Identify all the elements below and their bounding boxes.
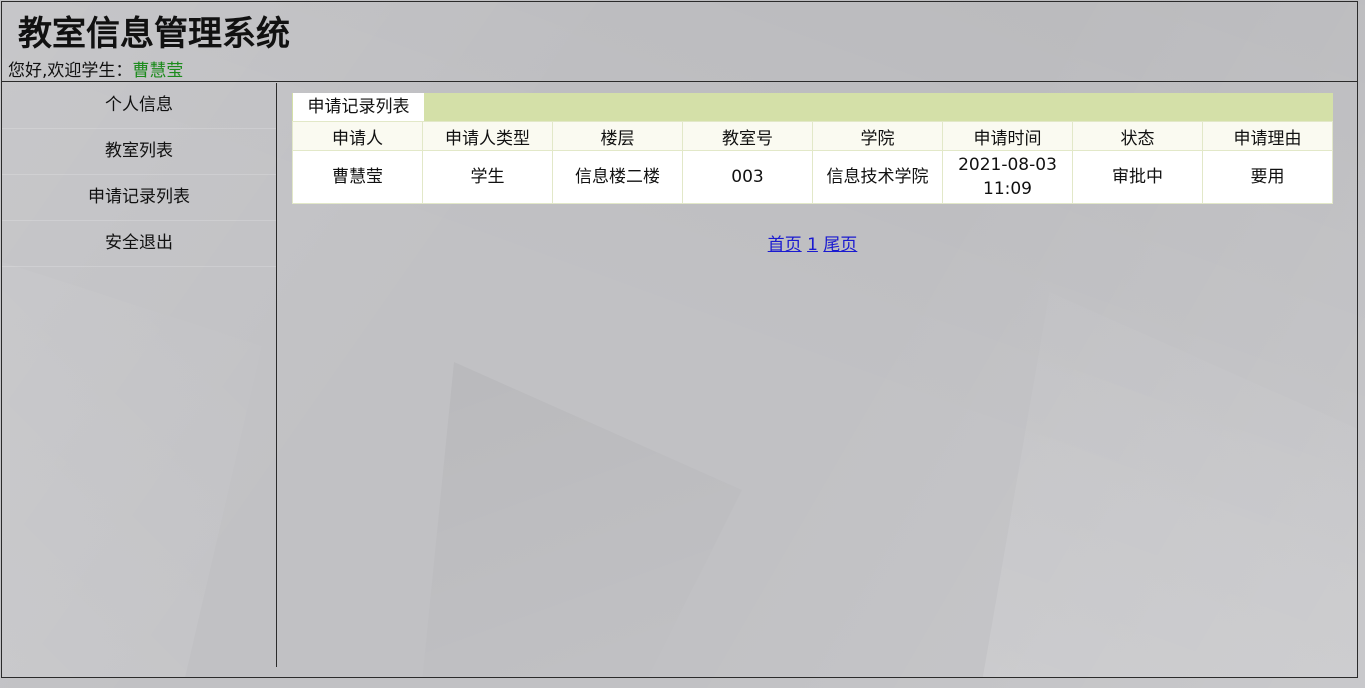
first-page-link[interactable]: 首页 [768, 235, 802, 255]
user-name: 曹慧莹 [132, 61, 184, 81]
page-number-link[interactable]: 1 [807, 235, 818, 255]
header: 教室信息管理系统 您好,欢迎学生：曹慧莹 [2, 2, 1357, 82]
welcome-message: 您好,欢迎学生：曹慧莹 [8, 60, 183, 82]
table-row: 曹慧莹 学生 信息楼二楼 003 信息技术学院 2021-08-03 11:09… [292, 150, 1333, 204]
column-header-applicant-type: 申请人类型 [422, 121, 553, 151]
app-frame: 教室信息管理系统 您好,欢迎学生：曹慧莹 个人信息 教室列表 申请记录列表 安全… [1, 1, 1358, 678]
cell-college: 信息技术学院 [812, 150, 943, 204]
background-facet [982, 292, 1357, 677]
column-header-room-number: 教室号 [682, 121, 813, 151]
sidebar-item-application-records[interactable]: 申请记录列表 [2, 175, 276, 221]
table-title: 申请记录列表 [292, 93, 424, 121]
sidebar-item-classroom-list[interactable]: 教室列表 [2, 129, 276, 175]
column-header-status: 状态 [1072, 121, 1203, 151]
sidebar-item-personal-info[interactable]: 个人信息 [2, 83, 276, 129]
pagination: 首页 1 尾页 [292, 230, 1333, 255]
background-facet [422, 362, 742, 677]
welcome-prefix: 您好,欢迎学生： [8, 61, 133, 81]
cell-status: 审批中 [1072, 150, 1203, 204]
cell-room-number: 003 [682, 150, 813, 204]
column-header-college: 学院 [812, 121, 943, 151]
sidebar-item-logout[interactable]: 安全退出 [2, 221, 276, 267]
records-table: 申请人 申请人类型 楼层 教室号 学院 申请时间 状态 申请理由 曹慧莹 学生 … [292, 121, 1333, 204]
cell-applicant-type: 学生 [422, 150, 553, 204]
column-header-floor: 楼层 [552, 121, 683, 151]
sidebar: 个人信息 教室列表 申请记录列表 安全退出 [2, 83, 277, 667]
column-header-apply-time: 申请时间 [942, 121, 1073, 151]
sidebar-menu: 个人信息 教室列表 申请记录列表 安全退出 [2, 83, 276, 267]
last-page-link[interactable]: 尾页 [823, 235, 857, 255]
cell-applicant: 曹慧莹 [292, 150, 423, 204]
cell-floor: 信息楼二楼 [552, 150, 683, 204]
column-header-reason: 申请理由 [1202, 121, 1333, 151]
main-content: 申请记录列表 申请人 申请人类型 楼层 教室号 学院 申请时间 状态 申请理由 … [292, 93, 1333, 255]
cell-apply-time: 2021-08-03 11:09 [942, 150, 1073, 204]
cell-reason: 要用 [1202, 150, 1333, 204]
table-header-row: 申请人 申请人类型 楼层 教室号 学院 申请时间 状态 申请理由 [292, 121, 1333, 151]
table-title-bar: 申请记录列表 [292, 93, 1333, 121]
column-header-applicant: 申请人 [292, 121, 423, 151]
page-title: 教室信息管理系统 [18, 14, 290, 54]
